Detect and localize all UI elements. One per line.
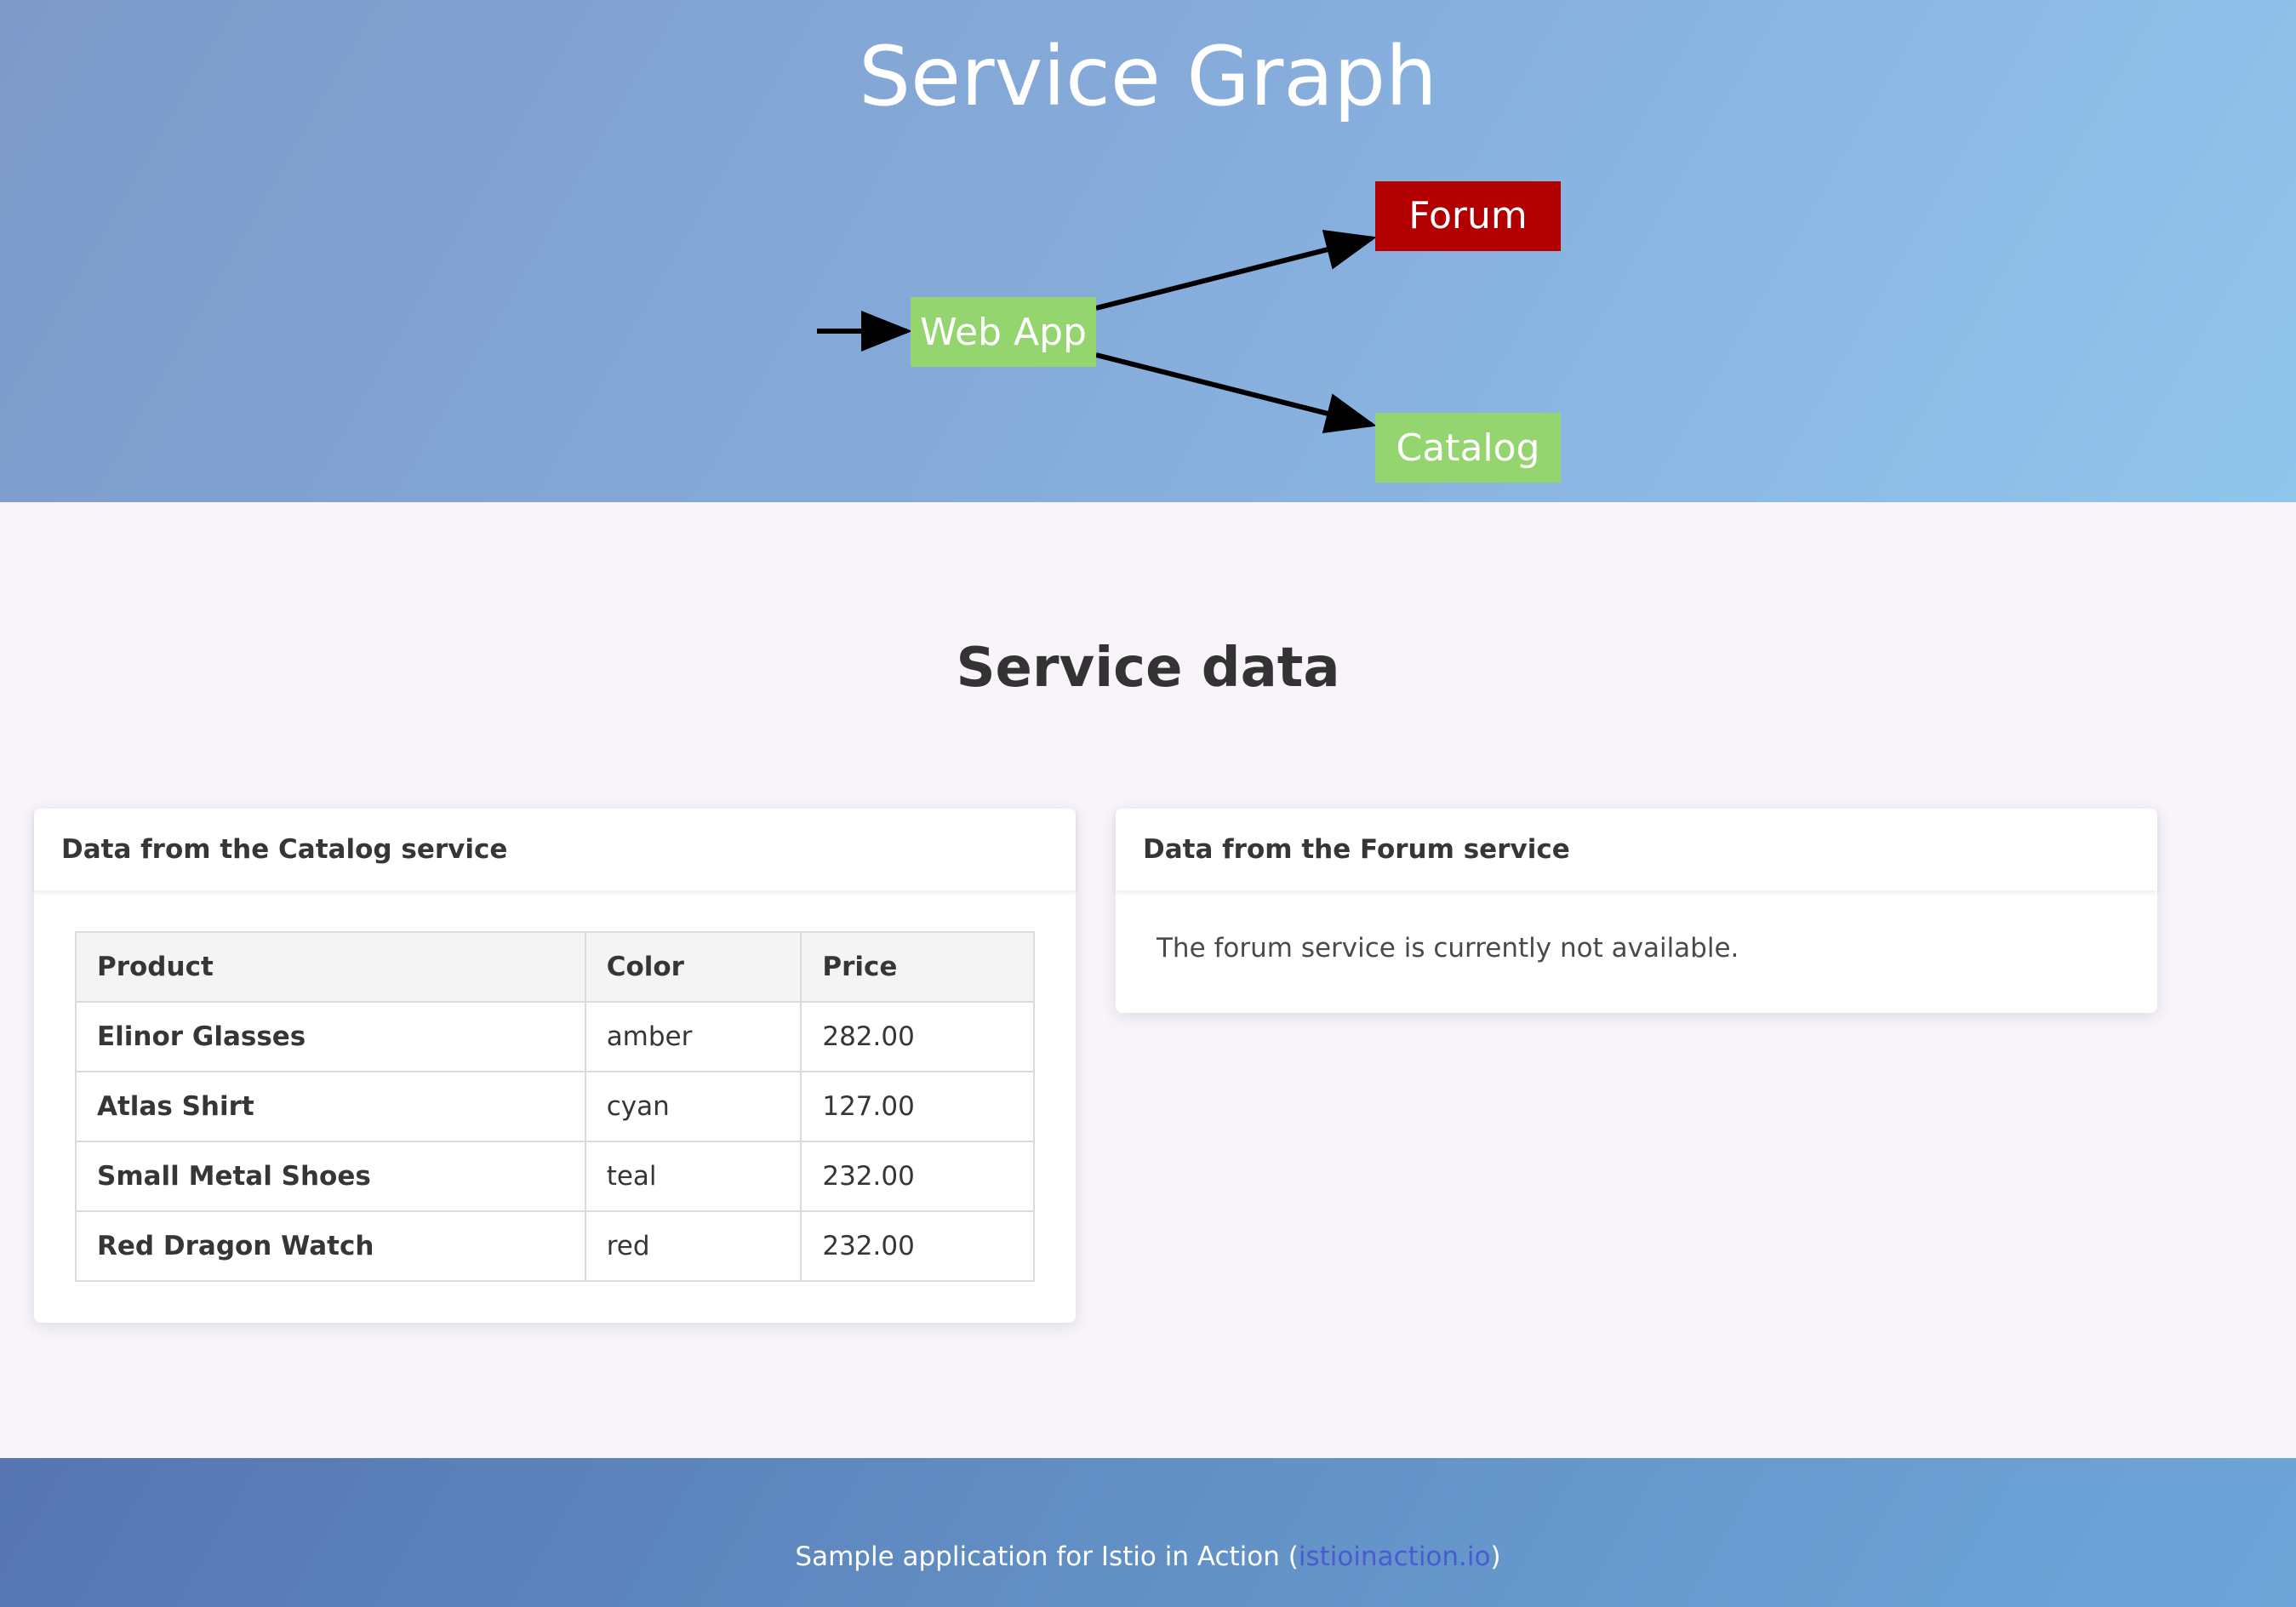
footer-text-after: )	[1490, 1541, 1501, 1572]
edge-webapp-to-forum	[1095, 229, 1377, 311]
node-catalog-label: Catalog	[1396, 426, 1540, 470]
cell-product: Elinor Glasses	[75, 1001, 586, 1072]
catalog-table: Product Color Price Elinor Glasses amber…	[75, 931, 1035, 1282]
cell-color: amber	[584, 1001, 802, 1072]
cell-product: Red Dragon Watch	[75, 1210, 586, 1282]
column-header-price: Price	[800, 931, 1035, 1003]
node-catalog[interactable]: Catalog	[1375, 413, 1561, 483]
forum-card-title: Data from the Forum service	[1116, 809, 2157, 890]
catalog-card-title: Data from the Catalog service	[34, 809, 1076, 890]
cell-price: 232.00	[800, 1210, 1035, 1282]
cell-product: Atlas Shirt	[75, 1071, 586, 1142]
node-webapp-label: Web App	[920, 311, 1087, 354]
cell-color: cyan	[584, 1071, 802, 1142]
footer-text-before: Sample application for Istio in Action (	[795, 1541, 1299, 1572]
edge-webapp-to-catalog	[1095, 352, 1377, 434]
service-data-title: Service data	[956, 637, 1340, 700]
node-webapp[interactable]: Web App	[911, 297, 1096, 367]
table-row: Elinor Glasses amber 282.00	[75, 1001, 1035, 1072]
table-row: Small Metal Shoes teal 232.00	[75, 1141, 1035, 1212]
cell-color: teal	[584, 1141, 802, 1212]
forum-card: Data from the Forum service The forum se…	[1116, 809, 2157, 1013]
table-header-row: Product Color Price	[75, 931, 1035, 1003]
forum-card-body: The forum service is currently not avail…	[1116, 890, 2157, 1004]
node-forum-label: Forum	[1408, 194, 1528, 237]
cell-price: 282.00	[800, 1001, 1035, 1072]
node-forum[interactable]: Forum	[1375, 181, 1561, 251]
column-header-product: Product	[75, 931, 586, 1003]
column-header-color: Color	[584, 931, 802, 1003]
service-graph-header: Service Graph Web App Forum Catalog	[0, 0, 2296, 502]
footer-text: Sample application for Istio in Action (…	[0, 1541, 2296, 1572]
forum-unavailable-message: The forum service is currently not avail…	[1157, 933, 1739, 964]
catalog-card: Data from the Catalog service Product Co…	[34, 809, 1076, 1323]
istioinaction-link[interactable]: istioinaction.io	[1299, 1541, 1491, 1572]
service-graph: Web App Forum Catalog	[817, 181, 1561, 483]
page-footer: Sample application for Istio in Action (…	[0, 1458, 2296, 1607]
catalog-card-body: Product Color Price Elinor Glasses amber…	[34, 890, 1076, 1323]
cell-price: 127.00	[800, 1071, 1035, 1142]
table-row: Atlas Shirt cyan 127.00	[75, 1071, 1035, 1142]
table-row: Red Dragon Watch red 232.00	[75, 1210, 1035, 1282]
cell-color: red	[584, 1210, 802, 1282]
cell-product: Small Metal Shoes	[75, 1141, 586, 1212]
cell-price: 232.00	[800, 1141, 1035, 1212]
